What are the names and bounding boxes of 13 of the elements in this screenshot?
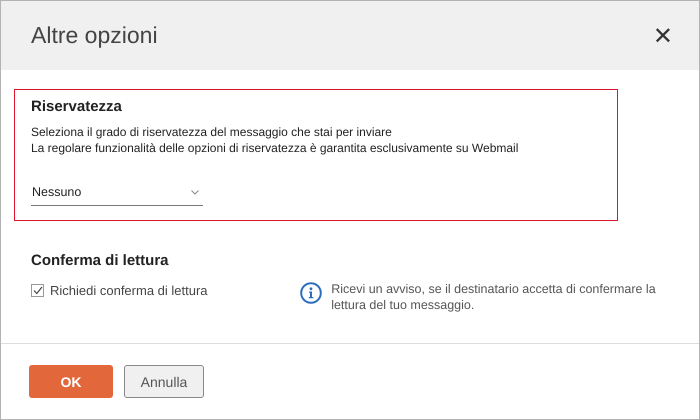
info-icon: [300, 282, 322, 304]
dialog-title: Altre opzioni: [31, 22, 158, 49]
section-heading: Conferma di lettura: [31, 252, 170, 269]
info-text: Ricevi un avviso, se il destinatario accetta di confermare la lettura del tuo messaggio.: [331, 281, 657, 313]
privacy-dropdown[interactable]: Nessuno: [31, 181, 203, 206]
description-text: La regolare funzionalità delle opzioni di riservatezza è garantita esclusivamente su Webmail: [31, 140, 520, 156]
read-receipt-checkbox[interactable]: Richiedi conferma di lettura: [31, 281, 300, 299]
cancel-button[interactable]: Annulla: [124, 365, 204, 398]
description-text: Seleziona il grado di riservatezza del messaggio che stai per inviare: [31, 124, 393, 140]
chevron-down-icon: [191, 190, 199, 194]
close-button[interactable]: ✕: [648, 22, 677, 50]
check-icon: [32, 286, 42, 294]
section-heading: Riservatezza: [31, 98, 123, 115]
